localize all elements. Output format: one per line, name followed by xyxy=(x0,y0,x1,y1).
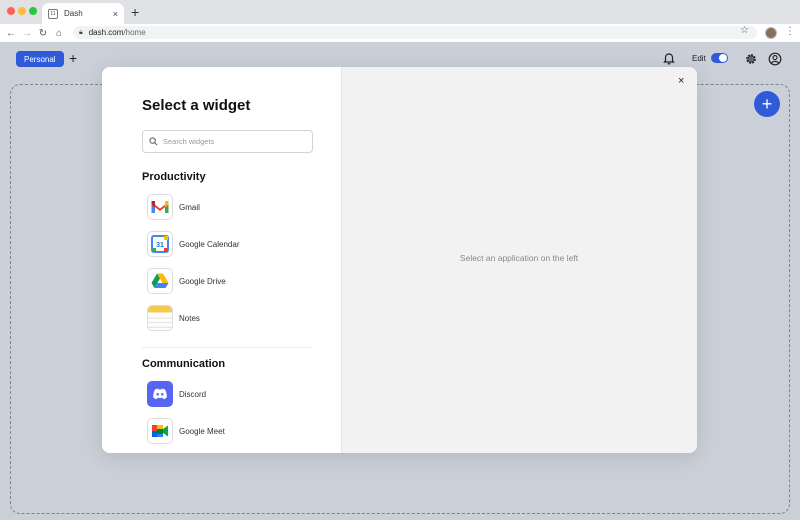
search-input[interactable] xyxy=(163,137,303,146)
tab-close-icon[interactable]: × xyxy=(113,9,118,19)
widget-item-gmail[interactable]: Gmail xyxy=(147,194,200,220)
space-personal-button[interactable]: Personal xyxy=(16,51,64,67)
browser-tabstrip: 11 Dash × + xyxy=(0,0,800,24)
maximize-window-button[interactable] xyxy=(29,7,37,15)
minimize-window-button[interactable] xyxy=(18,7,26,15)
tab-title: Dash xyxy=(64,9,83,18)
kebab-menu-icon[interactable]: ⋮ xyxy=(785,26,795,37)
widget-item-discord[interactable]: Discord xyxy=(147,381,206,407)
widget-list-panel: Select a widget Productivity Gmail xyxy=(102,67,341,453)
url-path: /home xyxy=(123,28,146,37)
widget-item-notes[interactable]: Notes xyxy=(147,305,200,331)
widget-label: Google Drive xyxy=(179,276,226,286)
google-meet-icon xyxy=(147,418,173,444)
google-drive-icon xyxy=(147,268,173,294)
widget-label: Google Calendar xyxy=(179,239,240,249)
widget-label: Notes xyxy=(179,313,200,323)
tab-favicon-icon: 11 xyxy=(48,8,58,19)
section-title-productivity: Productivity xyxy=(142,171,206,183)
discord-icon xyxy=(147,381,173,407)
modal-title: Select a widget xyxy=(142,97,251,114)
new-tab-button[interactable]: + xyxy=(131,4,139,20)
url-host: dash.com xyxy=(88,28,124,37)
google-calendar-icon: 31 xyxy=(147,231,173,257)
user-account-icon[interactable] xyxy=(768,52,782,66)
forward-icon[interactable]: → xyxy=(19,28,35,39)
search-box[interactable] xyxy=(142,130,313,153)
widget-item-google-drive[interactable]: Google Drive xyxy=(147,268,226,294)
widget-item-google-calendar[interactable]: 31 Google Calendar xyxy=(147,231,239,257)
section-divider xyxy=(142,347,313,348)
lock-icon: 🔒︎ xyxy=(79,28,83,36)
widget-label: Discord xyxy=(179,389,207,399)
close-window-button[interactable] xyxy=(7,7,15,15)
empty-state-message: Select an application on the left xyxy=(459,253,579,263)
home-icon[interactable]: ⌂ xyxy=(51,28,67,39)
edit-label: Edit xyxy=(692,54,706,63)
widget-item-google-meet[interactable]: Google Meet xyxy=(147,418,225,444)
add-widget-fab[interactable]: + xyxy=(754,91,780,117)
address-bar[interactable]: 🔒︎ dash.com/home ☆ xyxy=(73,25,757,39)
edit-toggle[interactable] xyxy=(711,53,728,63)
browser-tab[interactable]: 11 Dash × xyxy=(42,3,124,24)
profile-avatar[interactable] xyxy=(765,27,777,39)
widget-label: Gmail xyxy=(179,202,200,212)
search-icon xyxy=(149,137,158,146)
gear-icon[interactable] xyxy=(744,52,758,66)
section-title-communication: Communication xyxy=(142,358,226,370)
close-icon[interactable]: × xyxy=(678,75,684,87)
widget-label: Google Meet xyxy=(179,426,225,436)
back-icon[interactable]: ← xyxy=(3,28,19,39)
reload-icon[interactable]: ↻ xyxy=(35,28,51,39)
calendar-day-text: 31 xyxy=(156,242,164,249)
select-widget-modal: Select a widget Productivity Gmail xyxy=(102,67,697,453)
bell-icon[interactable] xyxy=(662,52,676,66)
star-icon[interactable]: ☆ xyxy=(740,25,749,36)
add-space-button[interactable]: + xyxy=(69,50,77,66)
notes-icon xyxy=(147,305,173,331)
gmail-icon xyxy=(147,194,173,220)
